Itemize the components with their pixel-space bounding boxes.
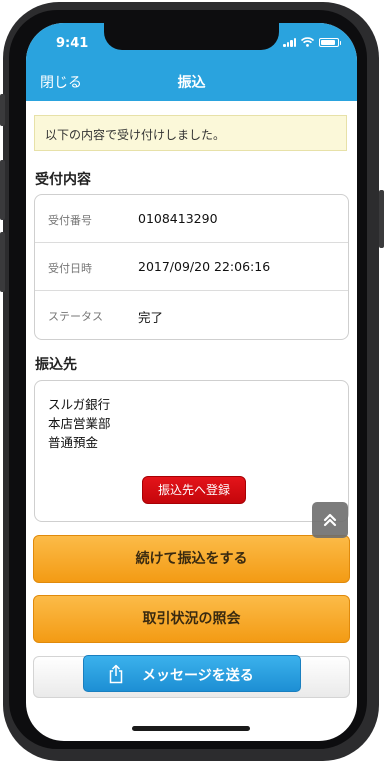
receipt-number-value: 0108413290 (138, 211, 218, 226)
mute-switch (0, 94, 5, 126)
volume-up-button (0, 160, 5, 220)
notice-message: 以下の内容で受け付けしました。 (34, 115, 347, 151)
scroll-to-top-button[interactable] (312, 502, 348, 538)
continue-transfer-button[interactable]: 続けて振込をする (33, 535, 350, 583)
payee-details: スルガ銀行 本店営業部 普通預金 振込先へ登録 (34, 380, 349, 522)
receipt-number-label: 受付番号 (48, 214, 92, 227)
transaction-history-button[interactable]: 取引状況の照会 (33, 595, 350, 643)
chevrons-up-icon (323, 513, 337, 527)
power-button (379, 190, 384, 248)
wifi-icon (301, 37, 314, 47)
receipt-datetime-label: 受付日時 (48, 262, 92, 275)
home-indicator[interactable] (132, 726, 250, 731)
payee-section-title: 振込先 (35, 357, 77, 373)
receipt-row-number: 受付番号 0108413290 (35, 195, 348, 243)
receipt-datetime-value: 2017/09/20 22:06:16 (138, 259, 271, 274)
receipt-section-title: 受付内容 (35, 172, 91, 188)
send-message-button[interactable]: メッセージを送る (83, 655, 301, 692)
payee-account-type: 普通預金 (48, 435, 99, 450)
notch (104, 23, 279, 50)
screen: 9:41 閉じる 振込 以下の内容で受け付けしました。 受付内容 受付番号 01… (26, 23, 357, 741)
receipt-status-label: ステータス (48, 310, 103, 323)
volume-down-button (0, 232, 5, 292)
battery-icon (319, 38, 341, 47)
share-icon (109, 664, 123, 684)
status-time: 9:41 (56, 36, 89, 51)
register-payee-button[interactable]: 振込先へ登録 (142, 476, 246, 504)
receipt-status-value: 完了 (138, 310, 164, 325)
receipt-row-status: ステータス 完了 (35, 291, 348, 339)
payee-branch-name: 本店営業部 (48, 416, 111, 431)
receipt-details: 受付番号 0108413290 受付日時 2017/09/20 22:06:16… (34, 194, 349, 340)
signal-icon (283, 37, 296, 47)
send-message-label: メッセージを送る (142, 668, 254, 684)
status-icons (283, 37, 341, 47)
page-title: 振込 (177, 75, 206, 91)
receipt-row-datetime: 受付日時 2017/09/20 22:06:16 (35, 243, 348, 291)
payee-bank-name: スルガ銀行 (48, 397, 111, 412)
